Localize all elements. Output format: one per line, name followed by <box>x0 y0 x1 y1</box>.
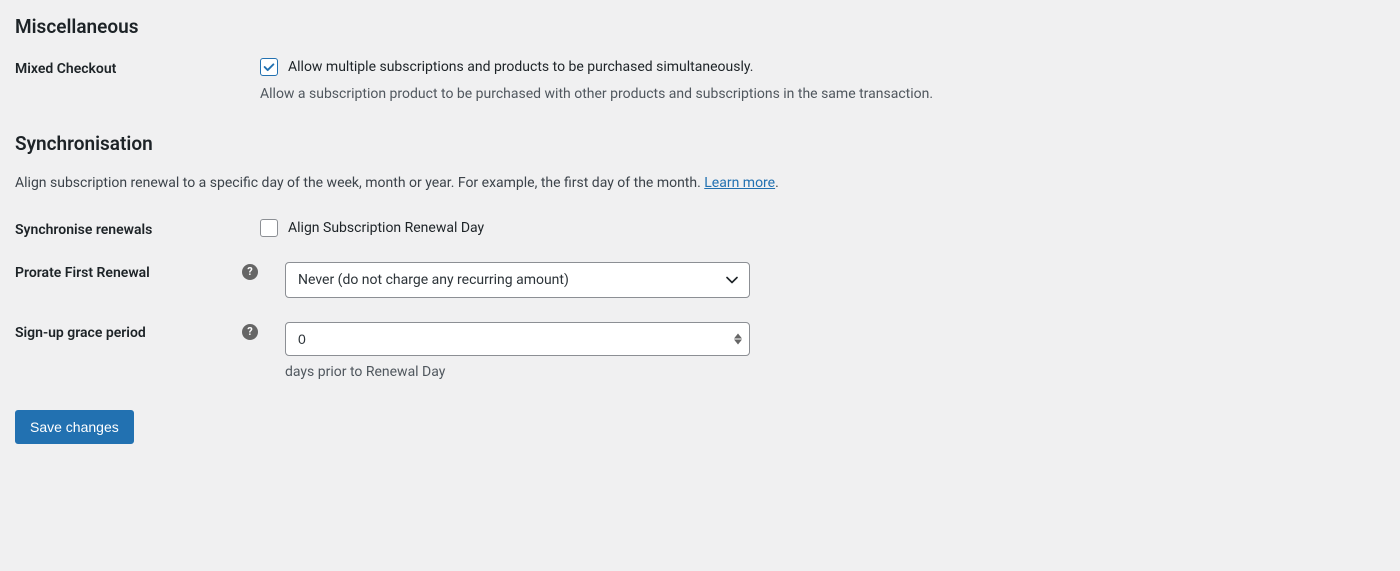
mixed-checkout-checkbox-label: Allow multiple subscriptions and product… <box>288 59 753 75</box>
sync-desc-suffix: . <box>775 175 779 191</box>
mixed-checkout-row: Mixed Checkout Allow multiple subscripti… <box>15 58 1385 102</box>
synchronise-renewals-row: Synchronise renewals Align Subscription … <box>15 219 1385 238</box>
help-icon[interactable]: ? <box>242 324 258 340</box>
miscellaneous-section: Miscellaneous Mixed Checkout Allow multi… <box>15 15 1385 102</box>
mixed-checkout-help-text: Allow a subscription product to be purch… <box>260 86 1385 102</box>
signup-number-wrap <box>285 322 750 356</box>
prorate-first-renewal-label: Prorate First Renewal <box>15 262 150 281</box>
signup-grace-period-input[interactable] <box>285 322 750 356</box>
signup-label-wrap: Sign-up grace period ? <box>15 322 285 341</box>
learn-more-link[interactable]: Learn more <box>704 175 775 191</box>
synchronisation-heading: Synchronisation <box>15 132 1385 155</box>
prorate-label-wrap: Prorate First Renewal ? <box>15 262 285 281</box>
help-icon[interactable]: ? <box>242 264 258 280</box>
mixed-checkout-control: Allow multiple subscriptions and product… <box>260 58 1385 102</box>
signup-grace-period-control: days prior to Renewal Day <box>285 322 1385 380</box>
prorate-first-renewal-control: Never (do not charge any recurring amoun… <box>285 262 1385 298</box>
miscellaneous-heading: Miscellaneous <box>15 15 1385 38</box>
synchronise-renewals-control: Align Subscription Renewal Day <box>260 219 1385 237</box>
checkmark-icon <box>262 60 276 74</box>
mixed-checkout-checkbox-wrap: Allow multiple subscriptions and product… <box>260 58 1385 76</box>
mixed-checkout-checkbox[interactable] <box>260 58 278 76</box>
synchronise-renewals-checkbox-wrap: Align Subscription Renewal Day <box>260 219 1385 237</box>
prorate-first-renewal-row: Prorate First Renewal ? Never (do not ch… <box>15 262 1385 298</box>
synchronisation-description: Align subscription renewal to a specific… <box>15 175 1385 191</box>
synchronisation-section: Synchronisation Align subscription renew… <box>15 132 1385 380</box>
synchronise-renewals-label: Synchronise renewals <box>15 219 260 238</box>
signup-grace-period-suffix: days prior to Renewal Day <box>285 364 1385 380</box>
sync-desc-text: Align subscription renewal to a specific… <box>15 175 704 191</box>
signup-grace-period-label: Sign-up grace period <box>15 322 146 341</box>
signup-grace-period-row: Sign-up grace period ? days prior to Ren… <box>15 322 1385 380</box>
prorate-select-wrap: Never (do not charge any recurring amoun… <box>285 262 750 298</box>
save-changes-button[interactable]: Save changes <box>15 410 134 444</box>
prorate-first-renewal-select[interactable]: Never (do not charge any recurring amoun… <box>285 262 750 298</box>
synchronise-renewals-checkbox[interactable] <box>260 219 278 237</box>
mixed-checkout-label: Mixed Checkout <box>15 58 260 77</box>
synchronise-renewals-checkbox-label: Align Subscription Renewal Day <box>288 220 484 236</box>
